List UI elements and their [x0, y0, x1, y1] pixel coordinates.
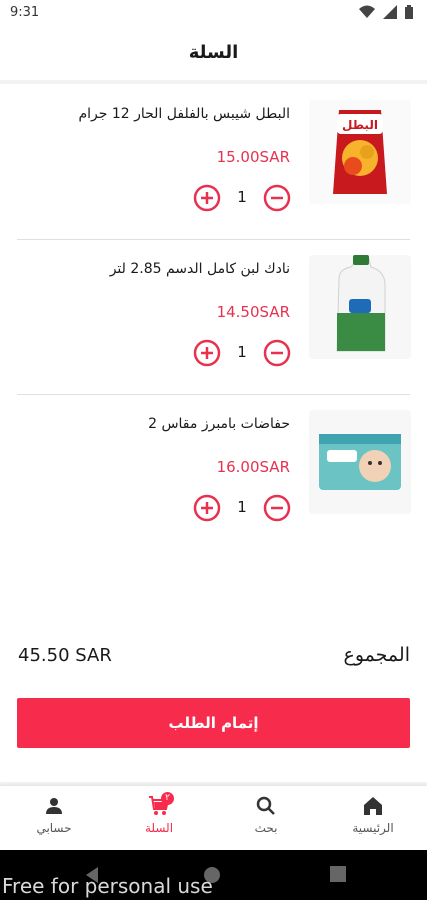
item-price: 15.00SAR [216, 148, 290, 166]
cart-item: البطل البطل شيبس بالفلفل الحار 12 جرام 1… [0, 84, 427, 239]
status-icons [359, 5, 413, 19]
cart-panel: البطل البطل شيبس بالفلفل الحار 12 جرام 1… [0, 84, 427, 782]
plus-button[interactable] [193, 339, 221, 367]
wifi-icon [359, 5, 375, 18]
plus-button[interactable] [193, 494, 221, 522]
app-header: السلة [0, 28, 427, 80]
nav-label: السلة [144, 821, 174, 835]
nav-item-cart[interactable]: ٢ السلة [119, 792, 199, 844]
plus-button[interactable] [193, 184, 221, 212]
person-icon [46, 798, 62, 814]
quantity-value: 1 [237, 498, 247, 516]
cart-item: نادك لبن كامل الدسم 2.85 لتر 14.50SAR 1 [0, 239, 427, 394]
item-price: 16.00SAR [216, 458, 290, 476]
checkout-button[interactable]: إتمام الطلب [17, 698, 410, 748]
item-name: البطل شيبس بالفلفل الحار 12 جرام [78, 106, 290, 122]
status-time: 9:31 [10, 5, 40, 20]
quantity-stepper: 1 [193, 184, 291, 212]
nav-label: الرئيسية [352, 821, 394, 835]
bottom-nav: حسابي ٢ السلة بحث الرئيسية [0, 786, 427, 850]
nav-item-search[interactable]: بحث [226, 794, 306, 844]
product-image-chips: البطل [309, 100, 411, 204]
signal-icon [383, 5, 397, 19]
product-image-diapers [309, 410, 411, 514]
watermark: Free for personal use [2, 874, 213, 898]
cart-item: حفاضات بامبرز مقاس 2 16.00SAR 1 [0, 394, 427, 549]
status-bar: 9:31 [0, 0, 427, 28]
quantity-stepper: 1 [193, 339, 291, 367]
item-price: 14.50SAR [216, 303, 290, 321]
svg-text:البطل: البطل [342, 118, 378, 132]
total-label: المجموع [343, 644, 410, 666]
quantity-value: 1 [237, 343, 247, 361]
nav-label: حسابي [36, 821, 72, 835]
nav-item-home[interactable]: الرئيسية [333, 794, 413, 844]
recents-icon[interactable] [330, 866, 346, 882]
home-icon [364, 797, 382, 815]
page-title: السلة [188, 42, 239, 63]
product-image-milk [309, 255, 411, 359]
item-name: نادك لبن كامل الدسم 2.85 لتر [109, 261, 290, 277]
item-name: حفاضات بامبرز مقاس 2 [148, 416, 290, 432]
search-icon [256, 796, 275, 815]
quantity-stepper: 1 [193, 494, 291, 522]
cart-badge: ٢ [161, 792, 174, 805]
total-value: 45.50 SAR [18, 645, 112, 666]
battery-icon [405, 5, 413, 19]
minus-button[interactable] [263, 339, 291, 367]
minus-button[interactable] [263, 494, 291, 522]
quantity-value: 1 [237, 188, 247, 206]
nav-item-account[interactable]: حسابي [14, 794, 94, 844]
nav-label: بحث [254, 821, 278, 835]
minus-button[interactable] [263, 184, 291, 212]
